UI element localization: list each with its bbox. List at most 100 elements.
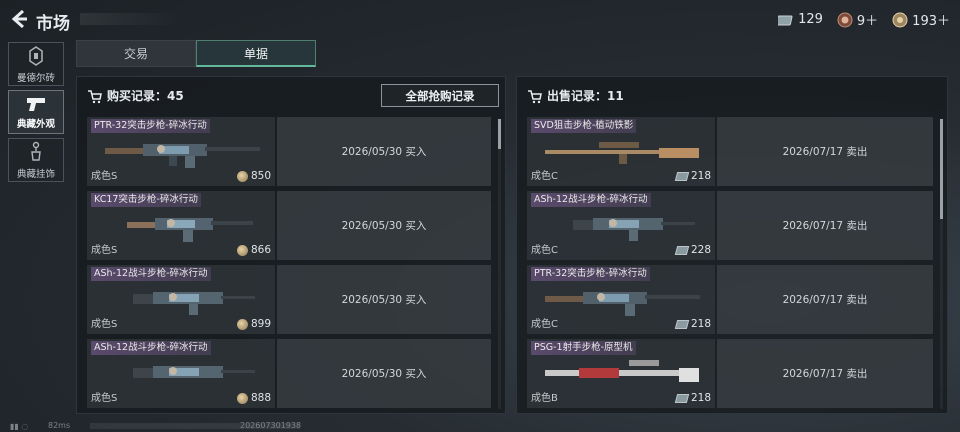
uid-readout: 202607301938 [240, 421, 302, 430]
item-price: 888 [236, 392, 271, 404]
list-item[interactable]: PSG-1射手步枪-原型机 成色B 218 2026/07/17 卖出 [527, 339, 933, 408]
sales-records-panel: 出售记录：11 SVD狙击步枪-植动铁影 成色C 218 2026/07/17 … [516, 76, 948, 414]
rifle-icon [133, 292, 255, 315]
ticket-icon [778, 15, 793, 25]
rifle-icon [105, 144, 260, 168]
item-card[interactable]: PSG-1射手步枪-原型机 成色B 218 [527, 339, 715, 408]
item-card[interactable]: PTR-32突击步枪-碎冰行动 成色S 850 [87, 117, 275, 186]
title-decoration [80, 13, 180, 25]
item-card[interactable]: KC17突击步枪-碎冰行动 成色S 866 [87, 191, 275, 260]
item-price: 218 [674, 392, 711, 404]
coin-icon [892, 12, 908, 27]
coin-icon [236, 318, 248, 330]
status-bar: ▮▮ ◌ 82ms 202607301938 [0, 418, 960, 432]
purchase-records-header: 购买记录：45 [87, 87, 184, 104]
item-price: 218 [674, 170, 711, 182]
cart-icon [88, 89, 102, 103]
sidebar-item-label: 曼德尔砖 [16, 72, 55, 84]
ticket-icon [674, 319, 690, 329]
transaction-info: 2026/05/30 买入 [277, 265, 491, 334]
list-item[interactable]: ASh-12战斗步枪-碎冰行动 成色S 899 2026/05/30 买入 [87, 265, 491, 334]
item-grade: 成色S [91, 245, 118, 256]
ticket-icon [674, 171, 690, 181]
coin-icon [236, 244, 248, 256]
pistol-icon [27, 97, 45, 111]
list-item[interactable]: PTR-32突击步枪-碎冰行动 成色S 850 2026/05/30 买入 [87, 117, 491, 186]
item-price-value: 850 [250, 170, 271, 182]
transaction-info: 2026/05/30 买入 [277, 339, 491, 408]
item-grade: 成色C [531, 319, 558, 330]
currency-bar: 129 9＋ 193＋ [778, 10, 950, 29]
item-price-value: 899 [250, 318, 271, 330]
rifle-icon [573, 218, 695, 241]
sidebar-item-collection-charms[interactable]: 典藏挂饰 [8, 138, 64, 182]
purchase-list: PTR-32突击步枪-碎冰行动 成色S 850 2026/05/30 买入 KC… [87, 117, 491, 413]
item-name: PTR-32突击步枪-碎冰行动 [91, 119, 210, 133]
item-grade: 成色S [91, 319, 118, 330]
currency-ticket-value: 129 [798, 12, 823, 27]
top-bar: 市场 129 9＋ 193＋ [0, 0, 960, 40]
item-card[interactable]: ASh-12战斗步枪-碎冰行动 成色S 899 [87, 265, 275, 334]
currency-ticket[interactable]: 129 [778, 12, 823, 28]
item-price: 866 [236, 244, 271, 256]
item-card[interactable]: SVD狙击步枪-植动铁影 成色C 218 [527, 117, 715, 186]
scrollbar[interactable] [498, 119, 501, 409]
sales-records-header: 出售记录：11 [527, 87, 624, 104]
all-rush-purchase-records-button[interactable]: 全部抢购记录 [381, 84, 499, 107]
list-item[interactable]: ASh-12战斗步枪-碎冰行动 成色S 888 2026/05/30 买入 [87, 339, 491, 408]
tab-trade[interactable]: 交易 [76, 40, 196, 67]
sidebar-item-collection-skins[interactable]: 典藏外观 [8, 90, 64, 134]
item-price: 850 [236, 170, 271, 182]
item-price-value: 866 [250, 244, 271, 256]
item-card[interactable]: ASh-12战斗步枪-碎冰行动 成色C 228 [527, 191, 715, 260]
scroll-thumb[interactable] [498, 119, 501, 149]
item-grade: 成色S [91, 171, 118, 182]
ticket-icon [674, 393, 690, 403]
transaction-info: 2026/05/30 买入 [277, 191, 491, 260]
purchase-records-panel: 购买记录：45 全部抢购记录 PTR-32突击步枪-碎冰行动 成色S 850 2… [76, 76, 506, 414]
list-item[interactable]: ASh-12战斗步枪-碎冰行动 成色C 228 2026/07/17 卖出 [527, 191, 933, 260]
item-name: ASh-12战斗步枪-碎冰行动 [531, 193, 651, 207]
ping-readout: 82ms [48, 421, 71, 430]
list-item[interactable]: KC17突击步枪-碎冰行动 成色S 866 2026/05/30 买入 [87, 191, 491, 260]
scroll-thumb[interactable] [940, 119, 943, 219]
signal-icon: ▮▮ ◌ [10, 422, 29, 431]
transaction-info: 2026/07/17 卖出 [717, 265, 933, 334]
ticket-icon [674, 245, 690, 255]
tab-bar: 交易 单据 [76, 40, 316, 67]
currency-coin[interactable]: 193＋ [892, 10, 950, 29]
item-grade: 成色C [531, 171, 558, 182]
item-card[interactable]: PTR-32突击步枪-碎冰行动 成色C 218 [527, 265, 715, 334]
page-title: 市场 [36, 14, 70, 34]
transaction-info: 2026/07/17 卖出 [717, 191, 933, 260]
item-price: 218 [674, 318, 711, 330]
item-name: SVD狙击步枪-植动铁影 [531, 119, 637, 133]
currency-medal-value: 9＋ [856, 14, 879, 29]
sidebar: 曼德尔砖 典藏外观 典藏挂饰 [8, 42, 64, 186]
transaction-info: 2026/07/17 卖出 [717, 339, 933, 408]
sale-cart-icon [528, 89, 542, 103]
item-name: PSG-1射手步枪-原型机 [531, 341, 636, 355]
transaction-info: 2026/05/30 买入 [277, 117, 491, 186]
list-item[interactable]: PTR-32突击步枪-碎冰行动 成色C 218 2026/07/17 卖出 [527, 265, 933, 334]
back-arrow-icon[interactable] [8, 8, 30, 30]
coin-icon [236, 392, 248, 404]
list-item[interactable]: SVD狙击步枪-植动铁影 成色C 218 2026/07/17 卖出 [527, 117, 933, 186]
item-grade: 成色B [531, 393, 558, 404]
scrollbar[interactable] [940, 119, 943, 409]
sales-records-title: 出售记录：11 [547, 89, 624, 103]
sales-list: SVD狙击步枪-植动铁影 成色C 218 2026/07/17 卖出 ASh-1… [527, 117, 933, 413]
item-card[interactable]: ASh-12战斗步枪-碎冰行动 成色S 888 [87, 339, 275, 408]
rifle-icon [545, 292, 700, 316]
tab-orders[interactable]: 单据 [196, 40, 316, 67]
item-price-value: 228 [690, 244, 711, 256]
item-price-value: 888 [250, 392, 271, 404]
item-price-value: 218 [690, 318, 711, 330]
rifle-icon [127, 218, 253, 242]
item-price-value: 218 [690, 170, 711, 182]
item-price-value: 218 [690, 392, 711, 404]
sidebar-item-brick[interactable]: 曼德尔砖 [8, 42, 64, 86]
item-price: 228 [674, 244, 711, 256]
transaction-info: 2026/07/17 卖出 [717, 117, 933, 186]
currency-medal[interactable]: 9＋ [837, 10, 878, 29]
